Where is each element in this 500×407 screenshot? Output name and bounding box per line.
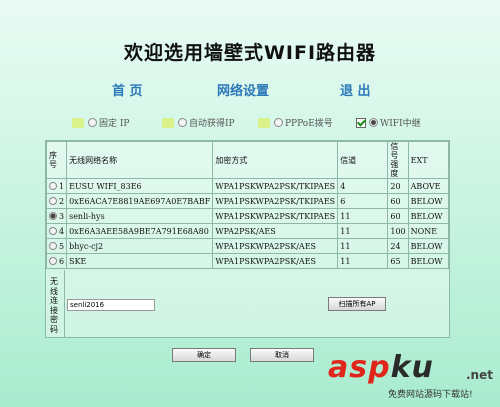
watermark-domain: .net [466, 368, 493, 382]
ap-list-panel: 序号 无线网络名称 加密方式 信道 信号强度 EXT 1 EUSU WIFI_8… [45, 140, 450, 338]
cancel-button[interactable]: 取消 [250, 348, 314, 362]
cell-signal: 65 [387, 253, 409, 269]
cell-ssid: senli-hys [66, 208, 214, 224]
top-nav: 首 页 网络设置 退 出 [0, 80, 500, 100]
mode-swatch [162, 117, 174, 128]
cell-ssid: 0xE6A3AEE58A9BE7A791E68A80 [66, 223, 214, 239]
password-label: 无线连接密码 [50, 277, 58, 334]
watermark-slogan: 免费网站源码下载站! [388, 390, 473, 400]
row-radio[interactable] [49, 182, 57, 190]
table-row[interactable]: 2 0xE6ACA7E8819AE697A0E7BABF WPA1PSKWPA2… [45, 193, 450, 209]
cell-channel: 11 [337, 208, 389, 224]
cell-encryption: WPA1PSKWPA2PSK/AES [212, 238, 339, 254]
wifi-password-input[interactable]: senli2016 [67, 299, 155, 311]
cell-signal: 60 [387, 193, 409, 209]
table-row[interactable]: 6 SKE WPA1PSKWPA2PSK/AES 11 65 BELOW [45, 253, 450, 269]
row-radio[interactable] [49, 242, 57, 250]
cell-signal: 100 [387, 223, 409, 239]
row-radio[interactable] [49, 197, 57, 205]
mode-label: PPPoE拨号 [285, 119, 333, 129]
mode-radio-wifi-repeater[interactable] [369, 118, 378, 127]
cell-encryption: WPA1PSKWPA2PSK/AES [212, 253, 339, 269]
watermark-logo: aspku [328, 350, 434, 385]
table-row[interactable]: 5 bhyc-cj2 WPA1PSKWPA2PSK/AES 11 24 BELO… [45, 238, 450, 254]
cell-encryption: WPA1PSKWPA2PSK/TKIPAES [212, 208, 339, 224]
cell-channel: 11 [337, 253, 389, 269]
header-channel: 信道 [337, 141, 389, 179]
mode-radio-dhcp[interactable] [178, 118, 187, 127]
nav-network-settings[interactable]: 网络设置 [217, 80, 269, 99]
cell-ssid: SKE [66, 253, 214, 269]
mode-pppoe[interactable]: PPPoE拨号 [258, 116, 333, 129]
header-signal: 信号强度 [387, 141, 409, 179]
mode-selector: 固定 IP 自动获得IP PPPoE拨号 WIFI中继 [0, 116, 500, 134]
mode-wifi-repeater[interactable]: WIFI中继 [356, 116, 421, 129]
cell-ext: BELOW [407, 253, 450, 269]
cell-channel: 11 [337, 238, 389, 254]
row-radio[interactable] [49, 212, 57, 220]
cell-channel: 6 [337, 193, 389, 209]
cell-ext: ABOVE [407, 178, 450, 194]
mode-label: 固定 IP [99, 119, 130, 129]
cell-ssid: bhyc-cj2 [66, 238, 214, 254]
mode-swatch [72, 117, 84, 128]
header-index: 序号 [45, 141, 68, 179]
check-icon [356, 117, 366, 128]
cell-encryption: WPA1PSKWPA2PSK/TKIPAES [212, 193, 339, 209]
ap-table: 序号 无线网络名称 加密方式 信道 信号强度 EXT 1 EUSU WIFI_8… [45, 141, 450, 269]
confirm-button[interactable]: 确定 [172, 348, 236, 362]
mode-radio-static-ip[interactable] [88, 118, 97, 127]
scan-ap-button[interactable]: 扫描所有AP [328, 297, 386, 311]
nav-exit[interactable]: 退 出 [340, 80, 371, 99]
cell-ssid: 0xE6ACA7E8819AE697A0E7BABF [66, 193, 214, 209]
mode-radio-pppoe[interactable] [274, 118, 283, 127]
mode-label: WIFI中继 [380, 119, 421, 129]
header-ssid: 无线网络名称 [66, 141, 214, 179]
cell-signal: 60 [387, 208, 409, 224]
site-watermark: aspku .net 免费网站源码下载站! [328, 350, 498, 405]
cell-signal: 20 [387, 178, 409, 194]
cell-channel: 4 [337, 178, 389, 194]
mode-label: 自动获得IP [189, 119, 235, 129]
row-radio[interactable] [49, 227, 57, 235]
cell-encryption: WPA2PSK/AES [212, 223, 339, 239]
page-title: 欢迎选用墙壁式WIFI路由器 [123, 42, 377, 64]
cell-encryption: WPA1PSKWPA2PSK/TKIPAES [212, 178, 339, 194]
row-radio[interactable] [49, 257, 57, 265]
table-row[interactable]: 3 senli-hys WPA1PSKWPA2PSK/TKIPAES 11 60… [45, 208, 450, 224]
mode-static-ip[interactable]: 固定 IP [72, 116, 129, 129]
table-header-row: 序号 无线网络名称 加密方式 信道 信号强度 EXT [45, 141, 450, 179]
cell-ext: BELOW [407, 193, 450, 209]
table-row[interactable]: 4 0xE6A3AEE58A9BE7A791E68A80 WPA2PSK/AES… [45, 223, 450, 239]
cell-channel: 11 [337, 223, 389, 239]
divider [64, 270, 65, 338]
cell-ssid: EUSU WIFI_83E6 [66, 178, 214, 194]
nav-home[interactable]: 首 页 [112, 80, 143, 99]
cell-ext: BELOW [407, 238, 450, 254]
mode-swatch [258, 117, 270, 128]
cell-ext: BELOW [407, 208, 450, 224]
header-ext: EXT [407, 141, 450, 179]
header-encryption: 加密方式 [212, 141, 339, 179]
table-row[interactable]: 1 EUSU WIFI_83E6 WPA1PSKWPA2PSK/TKIPAES … [45, 178, 450, 194]
mode-dhcp[interactable]: 自动获得IP [162, 116, 235, 129]
cell-signal: 24 [387, 238, 409, 254]
cell-ext: NONE [407, 223, 450, 239]
